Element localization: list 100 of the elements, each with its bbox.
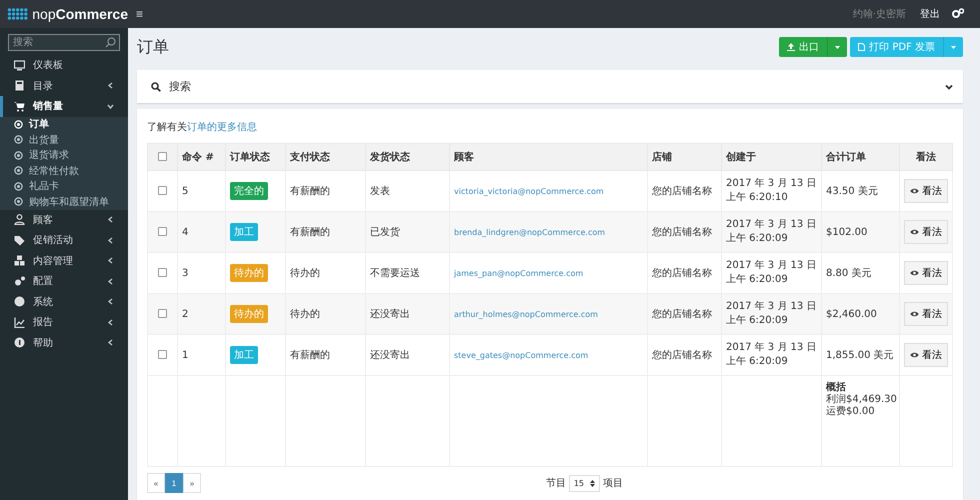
previous-page-button[interactable]: « (147, 473, 165, 493)
row-checkbox[interactable] (158, 350, 167, 360)
view-button[interactable]: 看法 (904, 343, 948, 367)
sidebar-subitem[interactable]: 经常性付款 (0, 163, 128, 178)
chevron-left-icon (107, 339, 114, 346)
circle-dot-icon (14, 135, 23, 144)
select-all-checkbox[interactable] (158, 152, 167, 162)
sidebar-item[interactable]: 目录 (0, 76, 128, 96)
customer-email-link[interactable]: brenda_lindgren@nopCommerce.com (454, 228, 606, 236)
column-header: 合计订单 (822, 144, 900, 170)
sidebar-item[interactable]: 报告 (0, 312, 128, 332)
chevron-left-icon (107, 257, 114, 264)
table-cell: 4 (178, 212, 226, 252)
sidebar-item[interactable]: 促销活动 (0, 230, 128, 250)
circle-dot-icon (14, 120, 23, 129)
sidebar-subitem[interactable]: 礼品卡 (0, 178, 128, 194)
customer-email-link[interactable]: james_pan@nopCommerce.com (454, 268, 584, 278)
chevron-left-icon (107, 82, 114, 90)
status-badge: 加工 (230, 223, 258, 241)
upload-icon (787, 43, 796, 51)
column-header: 发货状态 (366, 144, 450, 170)
menu-toggle-button[interactable]: ≡ (128, 7, 152, 21)
sort-caret-icon (590, 480, 595, 486)
sidebar-item[interactable]: 顾客 (0, 210, 128, 230)
sidebar-item[interactable]: 配置 (0, 271, 128, 292)
monitor-icon (14, 60, 25, 71)
user-name: 约翰·史密斯 (852, 8, 906, 21)
table-cell: 2017 年 3 月 13 日 上午 6:20:09 (722, 212, 822, 252)
page-button[interactable]: 1 (165, 473, 183, 493)
sidebar-subitem[interactable]: 订单 (0, 116, 128, 132)
eye-icon (910, 311, 919, 317)
next-page-button[interactable]: » (183, 473, 201, 493)
summary-title: 概括 (826, 382, 846, 394)
table-cell: 有薪酬的 (286, 212, 366, 252)
eye-icon (910, 352, 919, 358)
view-button[interactable]: 看法 (904, 179, 948, 203)
chevron-left-icon (107, 298, 114, 306)
chevron-left-icon (107, 278, 114, 285)
column-header: 创建于 (722, 144, 822, 170)
dots-logo-icon (7, 6, 28, 22)
settings-icon[interactable] (952, 8, 964, 20)
sidebar-subitem[interactable]: 购物车和愿望清单 (0, 194, 128, 210)
sidebar-item[interactable]: 仪表板 (0, 55, 128, 76)
info-text: 了解有关订单的更多信息 (147, 120, 258, 134)
logout-link[interactable]: 登出 (920, 7, 940, 21)
sidebar-item[interactable]: 帮助 (0, 332, 128, 353)
row-checkbox[interactable] (158, 268, 167, 278)
page-size-label: 节目 (546, 476, 566, 490)
eye-icon (910, 188, 919, 194)
view-button[interactable]: 看法 (904, 220, 948, 244)
eye-icon (910, 229, 919, 235)
table-cell: 2 (178, 294, 226, 334)
table-cell: 您的店铺名称 (648, 212, 722, 252)
search-icon (151, 82, 161, 92)
table-cell: 待办的 (286, 294, 366, 334)
help-icon (14, 337, 25, 348)
chart-icon (14, 316, 25, 328)
book-icon (14, 80, 25, 92)
sidebar-item[interactable]: 内容管理 (0, 250, 128, 271)
column-header: 命令 # (178, 144, 226, 170)
chevron-left-icon (107, 216, 114, 224)
customer-email-link[interactable]: victoria_victoria@nopCommerce.com (454, 186, 604, 196)
brand-name: nopCommerce (32, 6, 128, 22)
row-checkbox[interactable] (158, 309, 167, 318)
column-header: 看法 (900, 144, 952, 170)
view-button[interactable]: 看法 (904, 261, 948, 285)
customer-email-link[interactable]: steve_gates@nopCommerce.com (454, 350, 588, 360)
sidebar-subitem[interactable]: 退货请求 (0, 148, 128, 163)
caret-icon (951, 46, 956, 48)
page-size-select[interactable]: 15 (568, 474, 600, 492)
eye-icon (910, 270, 919, 276)
sidebar-subitem[interactable]: 出货量 (0, 132, 128, 148)
table-cell: $102.00 (822, 212, 900, 252)
more-info-link[interactable]: 订单的更多信息 (187, 122, 257, 133)
row-checkbox[interactable] (158, 227, 167, 236)
chevron-down-icon (107, 102, 114, 110)
circle-dot-icon (14, 182, 23, 191)
document-icon (858, 43, 866, 51)
chevron-left-icon (107, 236, 114, 244)
search-panel[interactable]: 搜索 (137, 70, 963, 103)
items-label: 项目 (603, 477, 623, 490)
column-header: 顾客 (450, 144, 648, 170)
sidebar-search-field[interactable]: 搜索 (8, 34, 120, 51)
summary-profit: 利润$4,469.30 (826, 394, 897, 406)
table-cell: 还没寄出 (366, 294, 450, 334)
circle-dot-icon (14, 166, 23, 176)
column-header: 店铺 (648, 144, 722, 170)
table-cell: $2,460.00 (822, 294, 900, 334)
table-cell: 2017 年 3 月 13 日 上午 6:20:09 (722, 294, 822, 334)
search-icon (105, 37, 116, 48)
table-cell: 您的店铺名称 (648, 294, 722, 334)
status-badge: 待办的 (230, 264, 268, 282)
circle-dot-icon (14, 197, 23, 206)
chevron-left-icon (107, 318, 114, 326)
sidebar-item[interactable]: 系统 (0, 292, 128, 312)
row-checkbox[interactable] (158, 186, 167, 196)
user-icon (14, 214, 25, 226)
view-button[interactable]: 看法 (904, 302, 948, 326)
column-header: 支付状态 (286, 144, 366, 170)
status-badge: 待办的 (230, 305, 268, 323)
